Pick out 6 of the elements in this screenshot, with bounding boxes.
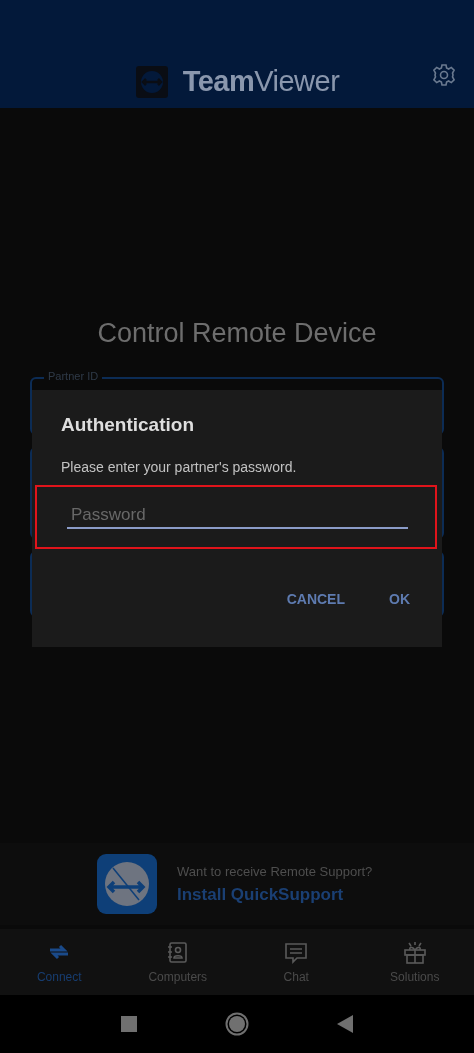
page-title: Control Remote Device: [97, 318, 377, 349]
promo-question: Want to receive Remote Support?: [177, 863, 373, 879]
dialog-message: Please enter your partner's password.: [61, 459, 298, 475]
brand-name: TeamViewer: [182, 65, 340, 98]
dialog-title: Authentication: [61, 414, 195, 436]
field-label: Partner ID: [44, 370, 103, 382]
